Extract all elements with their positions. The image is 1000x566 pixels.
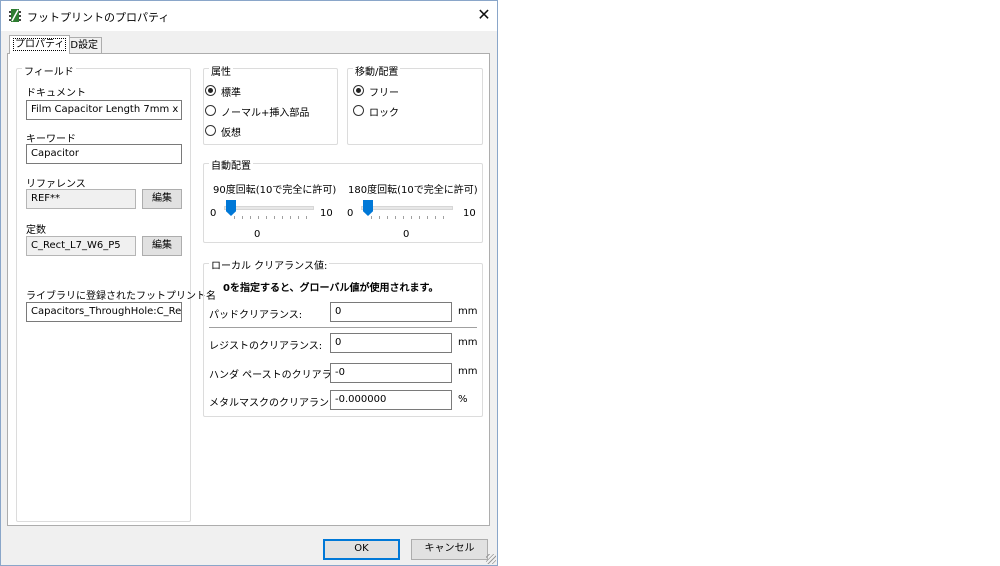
rot90-ticks	[224, 216, 314, 220]
resize-grip-icon[interactable]	[486, 554, 496, 564]
document-field[interactable]: Film Capacitor Length 7mm x W	[26, 100, 182, 120]
autoplace-group	[203, 163, 483, 243]
ok-button[interactable]: OK	[323, 539, 400, 560]
pad-clearance-label: パッドクリアランス:	[209, 310, 303, 321]
pad-clearance-field[interactable]: 0	[330, 302, 452, 322]
reference-field[interactable]: REF**	[26, 189, 136, 209]
tab-properties-label: プロパティ	[13, 38, 67, 51]
attr-normal-insert-radio[interactable]	[205, 105, 216, 116]
move-placement-group-label: 移動/配置	[353, 63, 401, 78]
window-title: フットプリントのプロパティ	[27, 11, 170, 24]
attr-normal-label: 標準	[221, 88, 241, 99]
rot180-min: 0	[347, 208, 354, 219]
autoplace-group-label: 自動配置	[209, 157, 253, 172]
keyword-label: キーワード	[26, 134, 76, 145]
keyword-field[interactable]: Capacitor	[26, 144, 182, 164]
attributes-group-label: 属性	[209, 63, 233, 78]
rot180-slider-track[interactable]	[361, 206, 453, 210]
attr-normal-insert-label: ノーマル+挿入部品	[221, 108, 310, 119]
cancel-button[interactable]: キャンセル	[411, 539, 488, 560]
title-bar[interactable]: フットプリントのプロパティ ✕	[1, 1, 497, 31]
footprint-properties-dialog: フットプリントのプロパティ ✕ プロパティ 3D設定 フィールド ドキュメント …	[0, 0, 498, 566]
rot180-max: 10	[463, 208, 476, 219]
stencil-ratio-label: メタルマスクのクリアランス比	[209, 398, 349, 409]
move-lock-radio[interactable]	[353, 105, 364, 116]
library-footprint-field[interactable]: Capacitors_ThroughHole:C_Rec	[26, 302, 182, 322]
fields-group-label: フィールド	[22, 63, 76, 78]
stencil-ratio-field[interactable]: -0.000000	[330, 390, 452, 410]
value-edit-button[interactable]: 編集	[142, 236, 182, 256]
close-icon[interactable]: ✕	[473, 4, 495, 26]
rot180-label: 180度回転(10で完全に許可)	[348, 185, 478, 196]
clearance-divider	[209, 327, 477, 328]
value-label: 定数	[26, 225, 46, 236]
tab-panel: フィールド ドキュメント Film Capacitor Length 7mm x…	[7, 53, 490, 526]
clearance-note: 0を指定すると、グローバル値が使用されます。	[223, 283, 439, 294]
paste-clearance-unit: mm	[458, 366, 478, 377]
attr-virtual-label: 仮想	[221, 128, 241, 139]
move-free-label: フリー	[369, 88, 399, 99]
rot90-slider-track[interactable]	[224, 206, 314, 210]
move-lock-label: ロック	[369, 108, 399, 119]
rot180-ticks	[361, 216, 453, 220]
attr-virtual-radio[interactable]	[205, 125, 216, 136]
library-footprint-label: ライブラリに登録されたフットプリント名	[26, 291, 216, 302]
document-label: ドキュメント	[26, 88, 86, 99]
clearance-group-label: ローカル クリアランス値:	[209, 257, 330, 272]
rot90-value: 0	[254, 229, 261, 240]
stencil-ratio-unit: %	[458, 394, 468, 405]
move-placement-group	[347, 68, 483, 145]
move-free-radio[interactable]	[353, 85, 364, 96]
pad-clearance-unit: mm	[458, 306, 478, 317]
mask-clearance-label: レジストのクリアランス:	[209, 341, 323, 352]
mask-clearance-field[interactable]: 0	[330, 333, 452, 353]
kicad-app-icon	[9, 9, 21, 22]
rot180-value: 0	[403, 229, 410, 240]
value-field[interactable]: C_Rect_L7_W6_P5	[26, 236, 136, 256]
mask-clearance-unit: mm	[458, 337, 478, 348]
rot90-max: 10	[320, 208, 333, 219]
reference-label: リファレンス	[26, 179, 86, 190]
rot90-min: 0	[210, 208, 217, 219]
reference-edit-button[interactable]: 編集	[142, 189, 182, 209]
tab-properties[interactable]: プロパティ	[9, 35, 71, 54]
rot90-label: 90度回転(10で完全に許可)	[213, 185, 337, 196]
paste-clearance-field[interactable]: -0	[330, 363, 452, 383]
attr-normal-radio[interactable]	[205, 85, 216, 96]
